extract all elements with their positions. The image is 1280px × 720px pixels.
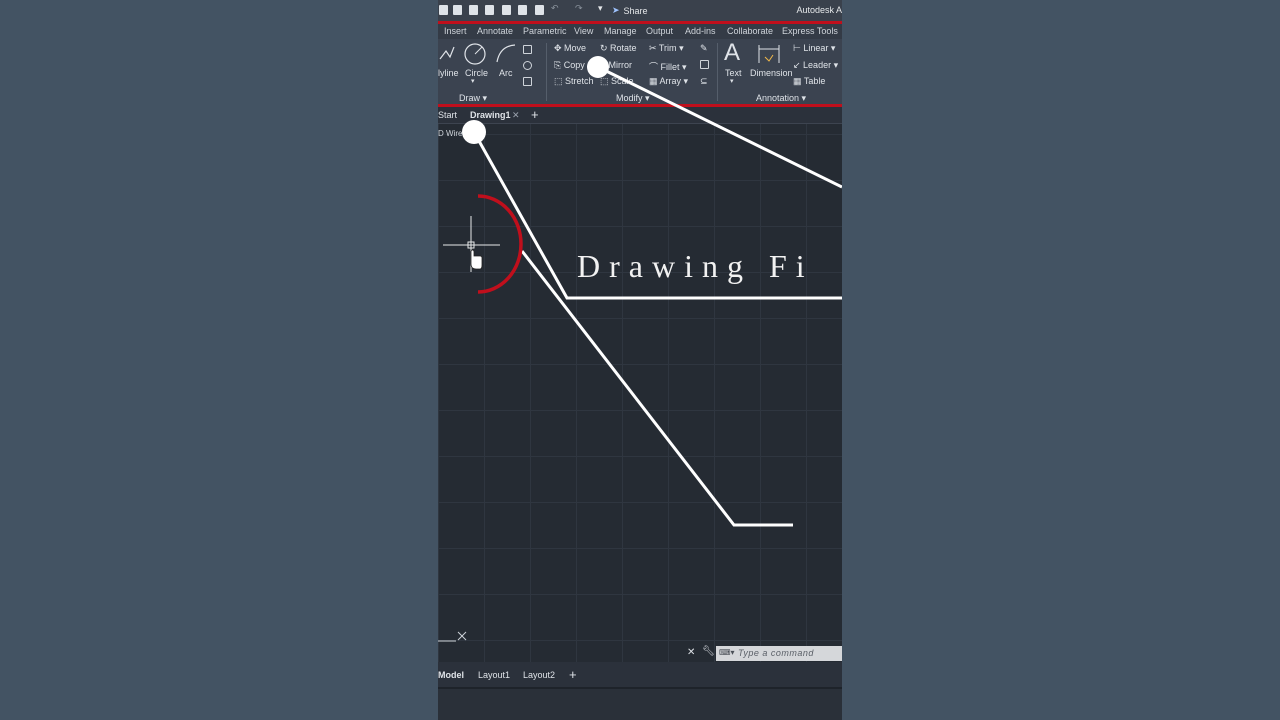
offset-icon[interactable]: ⊆: [700, 76, 708, 87]
draw-panel-label[interactable]: Draw ▾: [459, 93, 487, 104]
send-icon: ➤: [612, 5, 620, 15]
hatch-icon[interactable]: [523, 61, 532, 70]
drawing-canvas[interactable]: D Wire: [438, 124, 842, 662]
tab-start[interactable]: Start: [438, 110, 457, 120]
linear-label: Linear: [803, 43, 829, 53]
tab-collaborate[interactable]: Collaborate: [727, 26, 773, 36]
modify-panel-label[interactable]: Modify ▾: [616, 93, 650, 104]
fillet-button[interactable]: ⌒ Fillet ▾: [649, 60, 687, 73]
customize-dropdown-icon[interactable]: ▾: [598, 3, 603, 14]
polyline-icon[interactable]: [438, 43, 458, 65]
annotation-panel-label[interactable]: Annotation ▾: [756, 93, 806, 104]
document-tabs: Start Drawing1 ✕ +: [438, 107, 842, 124]
polyline-button[interactable]: lyline: [438, 68, 459, 78]
customize-wrench-icon[interactable]: 🔧︎: [702, 646, 715, 657]
tab-manage[interactable]: Manage: [604, 26, 637, 36]
copy-button[interactable]: ⎘ Copy: [554, 60, 585, 71]
ribbon-tabs: Insert Annotate Parametric View Manage O…: [438, 24, 842, 39]
print-icon[interactable]: [535, 5, 544, 15]
add-layout-icon[interactable]: +: [569, 667, 577, 682]
leader-button[interactable]: ↙ Leader ▾: [793, 60, 838, 71]
arc-button[interactable]: Arc: [499, 68, 513, 78]
circle-button[interactable]: Circle: [465, 68, 488, 78]
tab-layout2[interactable]: Layout2: [523, 670, 555, 680]
text-dropdown-icon[interactable]: ▾: [730, 77, 734, 85]
tab-output[interactable]: Output: [646, 26, 673, 36]
tab-annotate[interactable]: Annotate: [477, 26, 513, 36]
circle-dropdown-icon[interactable]: ▾: [471, 77, 475, 85]
trim-button[interactable]: ✂ Trim ▾: [649, 43, 684, 54]
redo-icon[interactable]: ↷: [575, 3, 583, 14]
draw-panel-title: Draw: [459, 93, 481, 103]
command-placeholder: Type a command: [738, 648, 814, 658]
save-as-icon[interactable]: [485, 5, 494, 15]
mirror-button[interactable]: ⟂ Mirror: [600, 60, 632, 71]
copy-label: Copy: [563, 60, 585, 70]
tab-parametric[interactable]: Parametric: [523, 26, 567, 36]
circle-icon[interactable]: [463, 42, 487, 66]
save-icon[interactable]: [469, 5, 478, 15]
linear-button[interactable]: ⊢ Linear ▾: [793, 43, 835, 54]
array-label: Array: [659, 76, 682, 86]
layout-tabs: Model Layout1 Layout2 +: [438, 665, 842, 689]
undo-icon[interactable]: ↶: [551, 3, 559, 14]
close-command-icon[interactable]: ✕: [687, 647, 695, 658]
panel-divider: [717, 43, 718, 101]
stretch-label: Stretch: [565, 76, 594, 86]
erase-icon[interactable]: ✎: [700, 43, 708, 54]
visual-style-label[interactable]: D Wire: [438, 129, 462, 138]
modify-panel-title: Modify: [616, 93, 643, 103]
table-button[interactable]: ▦ Table: [793, 76, 825, 87]
share-label: Share: [623, 5, 648, 16]
autocad-window: ↶ ↷ ▾ ➤ Share Autodesk A Insert Annotate…: [438, 0, 842, 720]
text-icon[interactable]: A: [724, 39, 740, 67]
tab-add-ins[interactable]: Add-ins: [685, 26, 716, 36]
close-tab-icon[interactable]: ✕: [512, 110, 520, 121]
ribbon: lyline Circle ▾ Arc Draw ▾ ✥ Move ↻ Rota…: [438, 39, 842, 104]
stretch-button[interactable]: ⬚ Stretch: [554, 76, 594, 87]
open-file-icon[interactable]: [453, 5, 462, 15]
quick-access-toolbar: ↶ ↷ ▾ ➤ Share Autodesk A: [438, 0, 842, 21]
publish-icon[interactable]: [502, 5, 511, 15]
tab-express-tools[interactable]: Express Tools: [782, 26, 838, 36]
rotate-button[interactable]: ↻ Rotate: [600, 43, 637, 54]
export-icon[interactable]: [518, 5, 527, 15]
mirror-label: Mirror: [608, 60, 633, 70]
dimension-icon[interactable]: [756, 43, 782, 65]
rectangle-icon[interactable]: [523, 45, 532, 54]
arc-icon[interactable]: [494, 42, 518, 66]
command-history-icon[interactable]: ⌨▾: [719, 648, 735, 657]
region-icon[interactable]: [523, 77, 532, 86]
array-button[interactable]: ▦ Array ▾: [649, 76, 688, 87]
tab-model[interactable]: Model: [438, 670, 464, 680]
overlay-title: Drawing Fi: [577, 248, 814, 284]
scale-button[interactable]: ⬚ Scale: [600, 76, 634, 87]
annotation-panel-title: Annotation: [756, 93, 800, 103]
new-file-icon[interactable]: [439, 5, 448, 15]
scale-label: Scale: [611, 76, 634, 86]
command-input[interactable]: ⌨▾ Type a command: [716, 646, 842, 661]
tab-view[interactable]: View: [574, 26, 593, 36]
fillet-label: Fillet: [660, 62, 680, 72]
status-bar: [438, 689, 842, 720]
share-button[interactable]: ➤ Share: [612, 5, 648, 16]
tab-drawing1[interactable]: Drawing1: [470, 110, 511, 120]
trim-label: Trim: [658, 43, 677, 53]
panel-divider: [546, 43, 547, 101]
move-label: Move: [564, 43, 587, 53]
tab-insert[interactable]: Insert: [444, 26, 467, 36]
move-button[interactable]: ✥ Move: [554, 43, 586, 54]
explode-icon[interactable]: [700, 60, 709, 69]
tab-layout1[interactable]: Layout1: [478, 670, 510, 680]
app-title: Autodesk A: [796, 5, 842, 15]
dimension-button[interactable]: Dimension: [750, 68, 793, 78]
rotate-label: Rotate: [610, 43, 637, 53]
new-tab-icon[interactable]: +: [531, 107, 539, 122]
table-label: Table: [803, 76, 826, 86]
leader-label: Leader: [803, 60, 832, 70]
ucs-icon: [438, 631, 467, 642]
